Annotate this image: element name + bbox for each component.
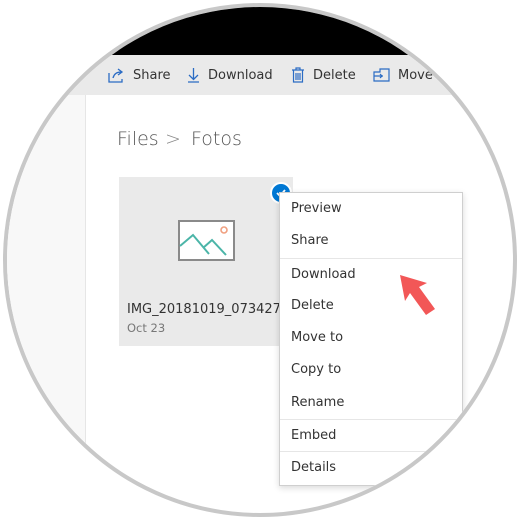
- download-button[interactable]: Download: [187, 55, 273, 95]
- menu-item-preview[interactable]: Preview: [280, 193, 462, 225]
- delete-label: Delete: [313, 67, 356, 83]
- download-icon: [188, 68, 199, 83]
- circular-crop: Share Download Delete Move Files > Fotos…: [3, 3, 517, 517]
- top-bar: [7, 7, 513, 55]
- menu-item-details[interactable]: Details: [280, 451, 462, 483]
- trash-icon: [292, 67, 304, 83]
- file-name[interactable]: IMG_20181019_073427...: [127, 302, 293, 317]
- menu-item-move-to[interactable]: Move to: [280, 322, 462, 354]
- menu-item-copy-to[interactable]: Copy to: [280, 354, 462, 386]
- breadcrumb-files[interactable]: Files: [117, 128, 159, 150]
- move-button[interactable]: Move: [373, 55, 433, 95]
- share-label: Share: [133, 67, 171, 83]
- file-tile[interactable]: IMG_20181019_073427... Oct 23: [119, 177, 293, 346]
- move-label: Move: [398, 67, 433, 83]
- share-icon: [108, 67, 124, 83]
- menu-item-share[interactable]: Share: [280, 225, 462, 257]
- breadcrumb-fotos: Fotos: [191, 128, 242, 150]
- file-date: Oct 23: [127, 321, 166, 335]
- pointer-arrow-icon: [400, 275, 435, 315]
- menu-item-rename[interactable]: Rename: [280, 387, 462, 419]
- share-button[interactable]: Share: [108, 55, 171, 95]
- context-menu: Preview Share Download Delete Move to Co…: [279, 192, 463, 486]
- delete-button[interactable]: Delete: [291, 55, 356, 95]
- left-navigation: [7, 95, 86, 513]
- menu-item-embed[interactable]: Embed: [280, 419, 462, 451]
- download-label: Download: [208, 67, 273, 83]
- command-bar: Share Download Delete Move: [7, 55, 513, 95]
- move-icon: [373, 68, 390, 82]
- breadcrumb-separator: >: [165, 128, 181, 150]
- image-placeholder-icon: [178, 220, 235, 261]
